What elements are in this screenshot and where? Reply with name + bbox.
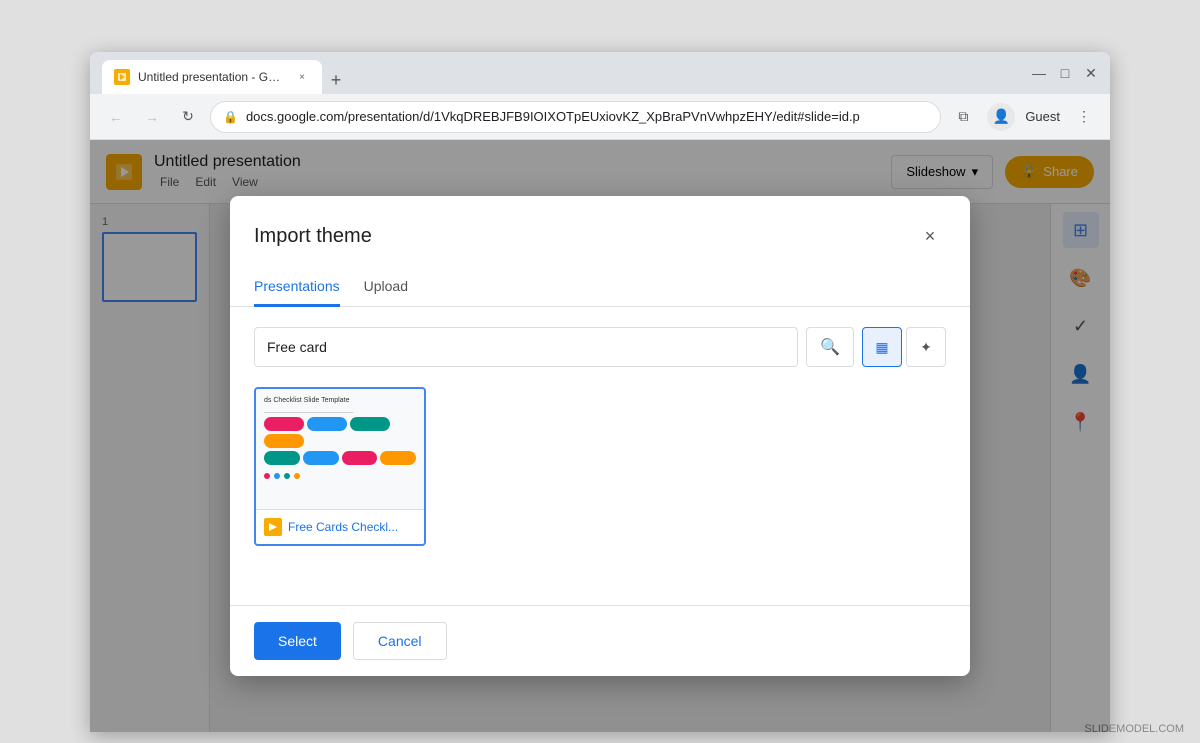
- browser-toolbar: ← → ↻ 🔒 docs.google.com/presentation/d/1…: [90, 94, 1110, 140]
- thumb-content: ds Checklist Slide Template ____________…: [256, 389, 424, 487]
- reload-button[interactable]: ↻: [174, 103, 202, 131]
- list-view-button[interactable]: ✦: [906, 327, 946, 367]
- minimize-button[interactable]: —: [1032, 66, 1046, 80]
- search-row: 🔍 ▦ ✦: [254, 327, 946, 367]
- grid-icon: ▦: [875, 339, 888, 356]
- profile-button[interactable]: 👤: [987, 103, 1015, 131]
- guest-label: Guest: [1025, 109, 1060, 124]
- tab-bar: Untitled presentation - Google S × +: [102, 52, 1024, 94]
- thumb-chip-8: [380, 451, 416, 465]
- extensions-button[interactable]: ⧉: [949, 103, 977, 131]
- thumb-chip-2: [307, 417, 347, 431]
- thumb-row-2: [264, 451, 416, 465]
- thumb-chip-4: [264, 434, 304, 448]
- thumb-subtitle: ________________________________: [264, 408, 416, 414]
- slides-app: Untitled presentation File Edit View Sli…: [90, 140, 1110, 732]
- search-input[interactable]: [254, 327, 798, 367]
- menu-button[interactable]: ⋮: [1070, 103, 1098, 131]
- new-tab-button[interactable]: +: [322, 66, 350, 94]
- cancel-button[interactable]: Cancel: [353, 622, 447, 660]
- browser-window: Untitled presentation - Google S × + — □…: [90, 52, 1110, 732]
- result-card[interactable]: ds Checklist Slide Template ____________…: [254, 387, 426, 546]
- modal-overlay: Import theme × Presentations Upload: [90, 140, 1110, 732]
- toolbar-right: ⧉ 👤 Guest ⋮: [949, 103, 1098, 131]
- modal-close-button[interactable]: ×: [914, 220, 946, 252]
- browser-titlebar: Untitled presentation - Google S × + — □…: [90, 52, 1110, 94]
- forward-button[interactable]: →: [138, 103, 166, 131]
- select-button[interactable]: Select: [254, 622, 341, 660]
- tab-upload[interactable]: Upload: [364, 268, 408, 307]
- thumb-row-1: [264, 417, 416, 448]
- thumb-chip-1: [264, 417, 304, 431]
- search-icon: 🔍: [820, 337, 840, 357]
- search-button[interactable]: 🔍: [806, 327, 854, 367]
- grid-view-button[interactable]: ▦: [862, 327, 902, 367]
- dot-pink: [264, 473, 270, 479]
- tab-title: Untitled presentation - Google S: [138, 70, 286, 84]
- thumb-chip-6: [303, 451, 339, 465]
- dot-orange: [294, 473, 300, 479]
- modal-footer: Select Cancel: [230, 605, 970, 676]
- tab-favicon: [114, 69, 130, 85]
- back-button[interactable]: ←: [102, 103, 130, 131]
- view-toggle: ▦ ✦: [862, 327, 946, 367]
- browser-tab[interactable]: Untitled presentation - Google S ×: [102, 60, 322, 94]
- thumb-title: ds Checklist Slide Template: [264, 397, 416, 404]
- card-footer: Free Cards Checkl...: [256, 509, 424, 544]
- window-controls: — □ ✕: [1032, 66, 1098, 80]
- results-grid: ds Checklist Slide Template ____________…: [254, 387, 946, 546]
- thumb-chip-7: [342, 451, 378, 465]
- lock-icon: 🔒: [223, 110, 238, 124]
- card-thumbnail: ds Checklist Slide Template ____________…: [256, 389, 424, 509]
- modal-tabs: Presentations Upload: [230, 268, 970, 307]
- tab-presentations[interactable]: Presentations: [254, 268, 340, 307]
- dot-teal: [284, 473, 290, 479]
- address-text: docs.google.com/presentation/d/1VkqDREBJ…: [246, 109, 860, 124]
- close-window-button[interactable]: ✕: [1084, 66, 1098, 80]
- card-name: Free Cards Checkl...: [288, 520, 398, 534]
- import-theme-modal: Import theme × Presentations Upload: [230, 196, 970, 676]
- address-bar[interactable]: 🔒 docs.google.com/presentation/d/1VkqDRE…: [210, 101, 941, 133]
- modal-body: 🔍 ▦ ✦: [230, 307, 970, 605]
- thumb-dots: [264, 473, 416, 479]
- modal-header: Import theme ×: [230, 196, 970, 252]
- list-icon: ✦: [920, 339, 932, 356]
- maximize-button[interactable]: □: [1058, 66, 1072, 80]
- dot-blue: [274, 473, 280, 479]
- tab-close-btn[interactable]: ×: [294, 69, 310, 85]
- card-icon: [264, 518, 282, 536]
- thumb-chip-5: [264, 451, 300, 465]
- search-input-wrapper: [254, 327, 798, 367]
- thumb-chip-3: [350, 417, 390, 431]
- modal-title: Import theme: [254, 225, 372, 248]
